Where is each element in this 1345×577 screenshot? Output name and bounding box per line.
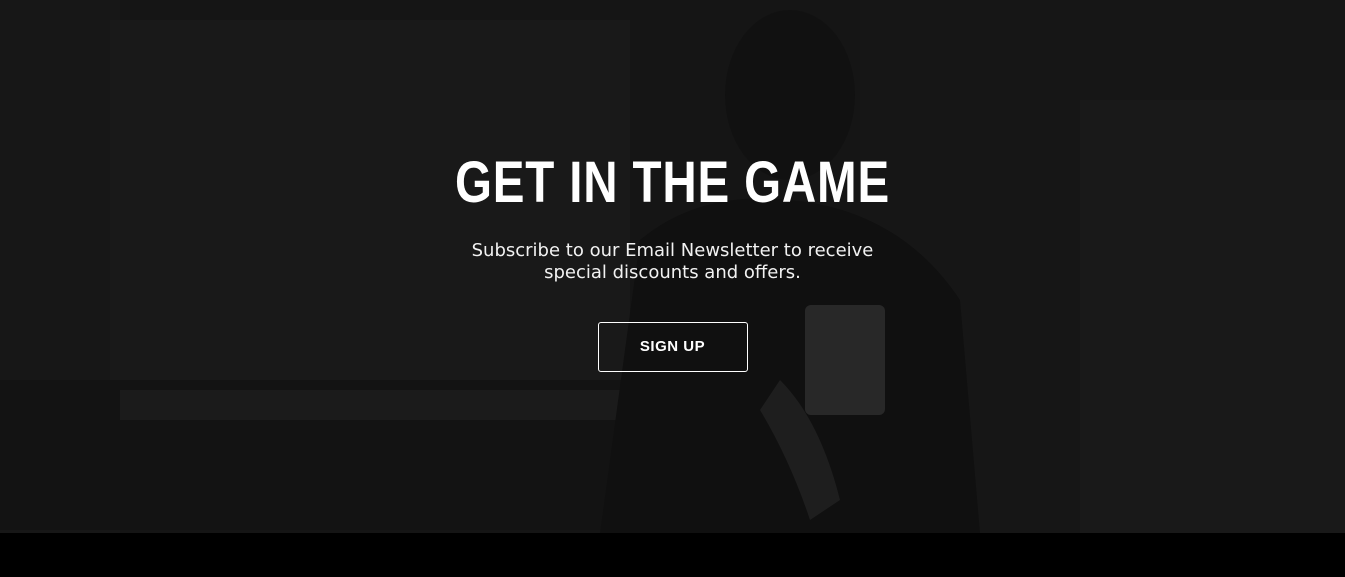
newsletter-hero: GET IN THE GAME Subscribe to our Email N…	[0, 0, 1345, 533]
footer-bar	[0, 533, 1345, 577]
page-title: GET IN THE GAME	[454, 150, 891, 215]
newsletter-description: Subscribe to our Email Newsletter to rec…	[471, 240, 874, 283]
sign-up-button[interactable]: SIGN UP	[597, 322, 748, 372]
newsletter-content: GET IN THE GAME Subscribe to our Email N…	[0, 148, 1345, 372]
